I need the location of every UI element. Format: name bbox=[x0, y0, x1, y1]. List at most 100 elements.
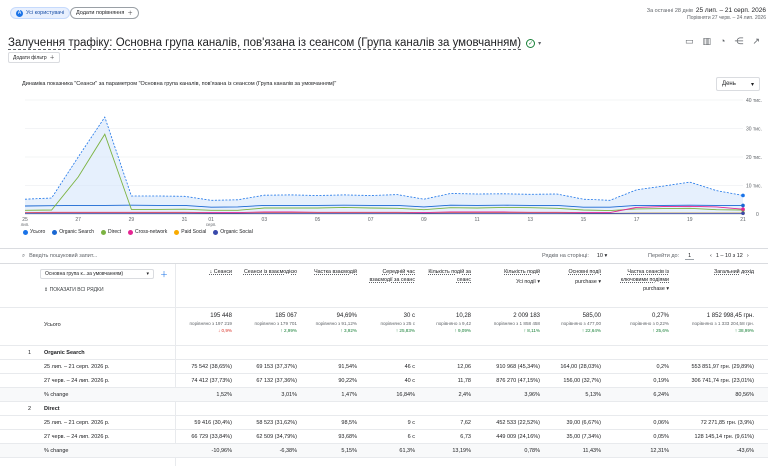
totals-change: ↓ 0,9% bbox=[217, 328, 232, 333]
table-row: 27 черв. – 24 лип. 2026 р. 66 729 (33,84%… bbox=[0, 430, 768, 444]
search-input[interactable]: Введіть пошуковий запит... bbox=[29, 253, 97, 259]
pagination-text: 1 – 10 з 12 bbox=[715, 253, 743, 259]
row-label: % change bbox=[44, 392, 69, 398]
row-label: 27 черв. – 24 лип. 2026 р. bbox=[44, 378, 110, 384]
series-area-Усього bbox=[25, 117, 743, 214]
column-header-label: Сеанси із взаємодією bbox=[243, 269, 297, 275]
compare-icon[interactable]: ▥ bbox=[703, 36, 712, 47]
table-group-row[interactable]: 1 Organic Search bbox=[0, 346, 768, 360]
chart-title: Динаміка показника "Сеанси" за параметро… bbox=[22, 81, 337, 87]
y-tick-label: 0 bbox=[756, 212, 759, 218]
column-header[interactable]: Кількість подій Усі події ▾ bbox=[480, 269, 540, 286]
date-range-picker[interactable]: За останні 28 днів 25 лип. – 21 серп. 202… bbox=[647, 7, 766, 21]
legend-item[interactable]: Paid Social bbox=[174, 229, 206, 235]
pagination: ‹ 1 – 10 з 12 › bbox=[710, 253, 749, 259]
column-header-filter[interactable]: purchase ▾ bbox=[609, 286, 669, 294]
granularity-select[interactable]: День ▾ bbox=[716, 77, 760, 91]
series-end-point bbox=[741, 211, 745, 216]
y-tick-label: 10 тис. bbox=[746, 184, 762, 190]
row-label: 25 лип. – 21 серп. 2026 р. bbox=[44, 420, 110, 426]
add-comparison-button[interactable]: Додати порівняння ＋ bbox=[70, 7, 139, 19]
legend-item[interactable]: Cross-network bbox=[128, 229, 167, 235]
add-filter-label: Додати фільтр bbox=[13, 54, 47, 61]
legend-item[interactable]: Organic Social bbox=[213, 229, 253, 235]
totals-value: 585,00 bbox=[582, 313, 601, 319]
totals-compare: порівняно з 1 333 204,58 грн. bbox=[692, 321, 754, 326]
column-header[interactable]: Частка сеансів із ключовими подіями purch… bbox=[609, 269, 669, 294]
table-cell: 6 с bbox=[407, 434, 415, 440]
y-tick-label: 30 тис. bbox=[746, 127, 762, 133]
prev-page-icon[interactable]: ‹ bbox=[710, 253, 712, 259]
table-cell: 72 271,85 грн. (3,9%) bbox=[700, 420, 754, 426]
totals-change: ↑ 9,09% bbox=[454, 328, 471, 333]
x-tick-label: 13 bbox=[527, 217, 533, 223]
column-header[interactable]: Середній час взаємодії за сеанс bbox=[363, 269, 415, 284]
date-range-value: 25 лип. – 21 серп. 2026 bbox=[695, 7, 766, 14]
insights-icon[interactable]: ◔ bbox=[720, 36, 725, 47]
legend-item[interactable]: Direct bbox=[100, 229, 121, 235]
row-index: 1 bbox=[28, 350, 32, 356]
column-header[interactable]: Сеанси із взаємодією bbox=[242, 269, 297, 277]
dimension-select[interactable]: Основна група к...за умовчанням) ▾ bbox=[40, 269, 154, 279]
table-row: 27 черв. – 24 лип. 2026 р. 74 412 (37,73%… bbox=[0, 374, 768, 388]
show-all-rows-button[interactable]: ⇕ ПОКАЗАТИ ВСІ РЯДКИ bbox=[44, 287, 104, 293]
column-header-label: ↓ Сеанси bbox=[209, 269, 232, 275]
channel-name[interactable]: Direct bbox=[44, 406, 60, 412]
segment-chip[interactable]: A Усі користувачі bbox=[10, 7, 71, 19]
table-cell: 9 с bbox=[407, 420, 415, 426]
compare-range: Порівняти 27 черв. – 24 лип. 2026 bbox=[687, 15, 766, 21]
totals-change: ↑ 2,99% bbox=[280, 328, 297, 333]
table-cell: 16,84% bbox=[396, 392, 415, 398]
totals-value: 2 009 183 bbox=[513, 313, 540, 319]
add-filter-button[interactable]: Додати фільтр ＋ bbox=[8, 52, 60, 63]
rows-per-page-select[interactable]: 10 ▾ bbox=[597, 253, 607, 259]
channel-name[interactable]: Organic Search bbox=[44, 350, 85, 356]
table-row: 25 лип. – 21 серп. 2026 р. 75 542 (38,65%… bbox=[0, 360, 768, 374]
column-header[interactable]: Загальний дохід bbox=[676, 269, 754, 277]
y-tick-label: 20 тис. bbox=[746, 155, 762, 161]
add-dimension-icon[interactable]: ＋ bbox=[160, 269, 168, 280]
trend-icon[interactable]: ↗ bbox=[752, 36, 760, 47]
totals-value: 30 с bbox=[403, 313, 415, 319]
rows-per-page-label: Рядків на сторінці: bbox=[542, 253, 589, 259]
x-tick-label: 03 bbox=[262, 217, 268, 223]
totals-change: ↑ 8,11% bbox=[523, 328, 540, 333]
dimension-select-value: Основна група к...за умовчанням) bbox=[45, 271, 124, 277]
legend-item[interactable]: Organic Search bbox=[52, 229, 94, 235]
column-header[interactable]: ↓ Сеанси bbox=[180, 269, 232, 277]
table-search[interactable]: ⌕ Введіть пошуковий запит... bbox=[22, 253, 97, 260]
column-header[interactable]: Частка взаємодій bbox=[302, 269, 357, 277]
column-header-filter[interactable]: Усі події ▾ bbox=[480, 279, 540, 287]
legend-item[interactable]: Усього bbox=[23, 229, 45, 235]
totals-label: Усього bbox=[44, 322, 61, 328]
totals-value: 0,27% bbox=[651, 313, 669, 319]
chevron-down-icon[interactable]: ▾ bbox=[538, 40, 541, 47]
legend-label: Organic Social bbox=[220, 229, 253, 235]
goto-input[interactable]: 1 bbox=[685, 253, 695, 260]
x-tick-sublabel: лип. bbox=[21, 222, 29, 227]
share-icon[interactable]: ⋲ bbox=[734, 36, 743, 47]
column-header-label: Частка взаємодій bbox=[314, 269, 357, 275]
totals-value: 10,28 bbox=[455, 313, 471, 319]
series-end-point bbox=[741, 193, 745, 198]
legend-label: Cross-network bbox=[135, 229, 168, 235]
y-tick-label: 40 тис. bbox=[746, 98, 762, 104]
table-group-row[interactable]: 2 Direct bbox=[0, 402, 768, 416]
x-tick-label: 31 bbox=[182, 217, 188, 223]
next-page-icon[interactable]: › bbox=[747, 253, 749, 259]
column-header-label: Середній час взаємодії за сеанс bbox=[369, 269, 415, 283]
table-cell: 128 145,14 грн. (9,61%) bbox=[694, 434, 754, 440]
report-title[interactable]: Залучення трафіку: Основна група каналів… bbox=[8, 37, 522, 50]
table-cell: 46 с bbox=[404, 364, 415, 370]
legend-marker-icon bbox=[174, 229, 180, 235]
comment-icon[interactable]: ▭ bbox=[685, 36, 694, 47]
column-header[interactable]: Кількість подій за сеанс bbox=[426, 269, 471, 284]
column-header-filter[interactable]: purchase ▾ bbox=[546, 279, 601, 287]
table-row: % change -10,96% -6,38% 5,15% 61,3% 13,19% 0,7… bbox=[0, 444, 768, 458]
row-label: 25 лип. – 21 серп. 2026 р. bbox=[44, 364, 110, 370]
column-header[interactable]: Основні події purchase ▾ bbox=[546, 269, 601, 286]
totals-compare: порівняно з 1 858 458 bbox=[493, 321, 540, 326]
table-cell: 553 851,97 грн. (29,89%) bbox=[691, 364, 754, 370]
series-end-point bbox=[741, 203, 745, 208]
column-header-label: Кількість подій bbox=[504, 269, 540, 275]
